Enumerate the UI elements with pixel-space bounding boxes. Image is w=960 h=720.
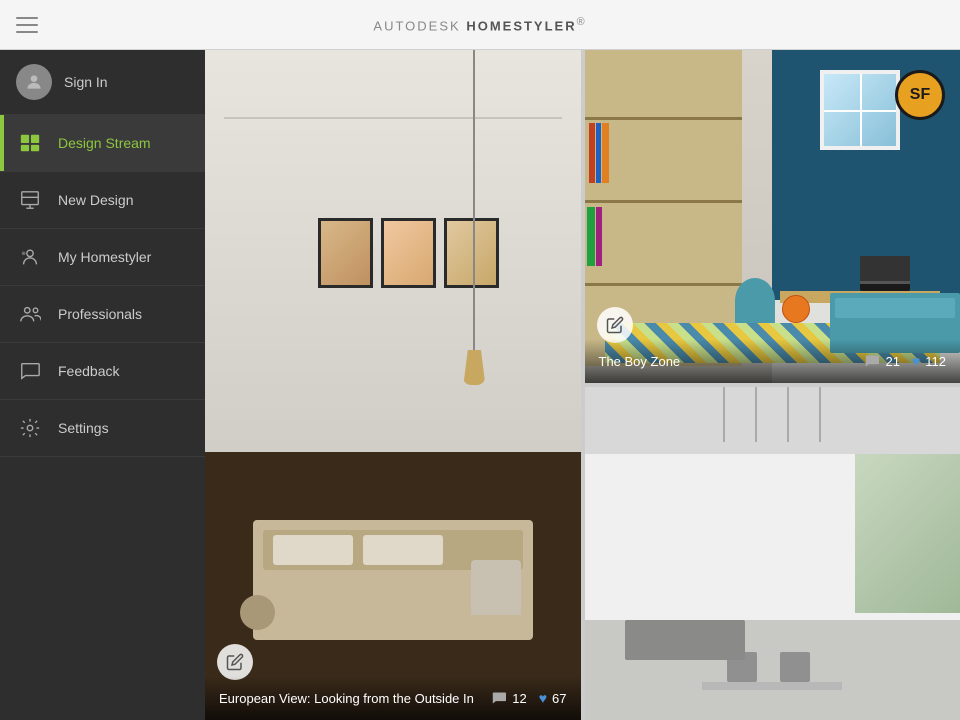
my-homestyler-icon <box>16 243 44 271</box>
basketball <box>782 295 810 323</box>
art-frame-1 <box>318 218 373 288</box>
like-stat-large: ♥ 67 <box>539 690 567 706</box>
heart-icon-large: ♥ <box>539 690 547 706</box>
active-indicator <box>0 115 4 171</box>
pillow-right <box>363 535 443 565</box>
my-homestyler-label: My Homestyler <box>58 249 151 265</box>
new-design-icon <box>16 186 44 214</box>
settings-label: Settings <box>58 420 109 436</box>
feedback-label: Feedback <box>58 363 119 379</box>
heart-icon-boyzone: ♥ <box>912 353 920 369</box>
bedroom-scene-image <box>205 50 581 720</box>
settings-icon <box>16 414 44 442</box>
pendant-lamp <box>473 50 475 385</box>
art-frame-3 <box>444 218 499 288</box>
like-stat-boyzone: ♥ 112 <box>912 353 946 369</box>
comment-count-boyzone: 21 <box>885 354 899 369</box>
edit-button-large[interactable] <box>217 644 253 680</box>
sidebar-item-professionals[interactable]: Professionals <box>0 286 205 343</box>
monitor <box>860 256 910 291</box>
boyzone-chair <box>735 278 775 323</box>
hamburger-menu-button[interactable] <box>16 17 38 33</box>
boyzone-window <box>820 70 900 150</box>
art-frame-2 <box>381 218 436 288</box>
sidebar-item-my-homestyler[interactable]: My Homestyler <box>0 229 205 286</box>
design-card-boyzone[interactable]: SF The Boy Zon <box>585 50 960 383</box>
comment-icon-large <box>491 691 507 705</box>
new-design-label: New Design <box>58 192 133 208</box>
pillow-left <box>273 535 353 565</box>
sidebar: Sign In Design Stream New Design <box>0 50 205 720</box>
sidebar-item-new-design[interactable]: New Design <box>0 172 205 229</box>
like-count-boyzone: 112 <box>925 354 946 369</box>
sf-logo: SF <box>895 70 945 120</box>
card-title-boyzone: The Boy Zone <box>599 354 865 369</box>
app-title: AUTODESK HOMESTYLER® <box>373 16 586 33</box>
comment-count-large: 12 <box>512 691 526 706</box>
modern-scene-image <box>585 387 960 720</box>
comment-icon-boyzone <box>864 354 880 368</box>
card-stats-boyzone: 21 ♥ 112 <box>864 353 946 369</box>
professionals-icon <box>16 300 44 328</box>
professionals-label: Professionals <box>58 306 142 322</box>
modern-sofa <box>625 620 745 660</box>
card-title-large: European View: Looking from the Outside … <box>219 691 491 706</box>
design-card-modern[interactable] <box>585 387 960 720</box>
sidebar-item-feedback[interactable]: Feedback <box>0 343 205 400</box>
card-stats-large: 12 ♥ 67 <box>491 690 566 706</box>
design-card-large[interactable]: European View: Looking from the Outside … <box>205 50 581 720</box>
card-overlay-boyzone: The Boy Zone 21 ♥ 112 <box>585 339 960 383</box>
sidebar-item-settings[interactable]: Settings <box>0 400 205 457</box>
design-stream-icon <box>16 129 44 157</box>
top-bar: AUTODESK HOMESTYLER® <box>0 0 960 50</box>
like-count-large: 67 <box>552 691 566 706</box>
card-overlay-large: European View: Looking from the Outside … <box>205 676 581 720</box>
boyzone-scene-image: SF <box>585 50 960 383</box>
comment-stat-boyzone: 21 <box>864 354 899 369</box>
comment-stat-large: 12 <box>491 691 526 706</box>
feedback-icon <box>16 357 44 385</box>
art-frames <box>318 218 499 288</box>
avatar <box>16 64 52 100</box>
design-stream-label: Design Stream <box>58 135 151 151</box>
sign-in-button[interactable]: Sign In <box>0 50 205 115</box>
main-content: European View: Looking from the Outside … <box>205 50 960 720</box>
edit-button-boyzone[interactable] <box>597 307 633 343</box>
sidebar-item-design-stream[interactable]: Design Stream <box>0 115 205 172</box>
sign-in-label: Sign In <box>64 74 108 90</box>
